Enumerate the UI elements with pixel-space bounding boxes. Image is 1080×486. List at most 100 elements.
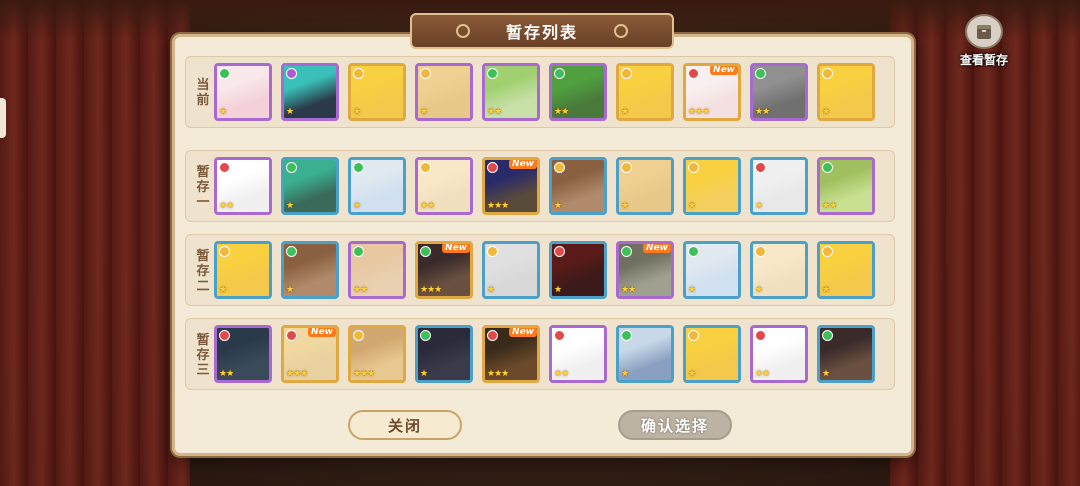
view-storage-label: 查看暂存: [959, 53, 1008, 67]
character-card[interactable]: ★★: [750, 325, 808, 383]
close-button[interactable]: 关闭: [348, 410, 462, 440]
rarity-stars: ★: [621, 107, 629, 117]
rarity-stars: ★★: [219, 369, 234, 379]
character-card[interactable]: ★: [415, 325, 473, 383]
character-card[interactable]: ★: [817, 241, 875, 299]
row-label: 暂存三: [190, 323, 216, 387]
character-card[interactable]: ★: [482, 241, 540, 299]
character-card[interactable]: ★★: [348, 241, 406, 299]
element-icon: [219, 330, 230, 341]
rarity-stars: ★: [822, 107, 830, 117]
element-icon: [621, 246, 632, 257]
character-card[interactable]: ★★★ New: [482, 325, 540, 383]
character-card[interactable]: ★★: [482, 63, 540, 121]
rarity-stars: ★★: [554, 369, 569, 379]
element-icon: [822, 162, 833, 173]
character-card[interactable]: ★: [750, 157, 808, 215]
title-ornament-icon: [456, 24, 470, 38]
character-card[interactable]: ★★: [214, 157, 272, 215]
character-card[interactable]: ★: [616, 157, 674, 215]
row-label-char: 一: [196, 194, 210, 210]
element-icon: [822, 330, 833, 341]
character-card[interactable]: ★: [683, 325, 741, 383]
element-icon: [621, 162, 632, 173]
row-label-char: 二: [196, 278, 210, 294]
rarity-stars: ★★: [755, 369, 770, 379]
character-card[interactable]: ★: [817, 325, 875, 383]
rarity-stars: ★: [755, 285, 763, 295]
element-icon: [219, 68, 230, 79]
rarity-stars: ★: [353, 107, 361, 117]
element-icon: [353, 162, 364, 173]
character-card[interactable]: ★★: [817, 157, 875, 215]
rarity-stars: ★★: [420, 201, 435, 211]
character-card[interactable]: ★: [281, 63, 339, 121]
character-card[interactable]: ★★★ New: [415, 241, 473, 299]
view-storage-button[interactable]: 查看暂存: [956, 14, 1012, 68]
character-card[interactable]: ★: [281, 157, 339, 215]
rarity-stars: ★★: [554, 107, 569, 117]
new-badge: New: [710, 66, 738, 75]
element-icon: [688, 68, 699, 79]
character-card[interactable]: ★★: [549, 63, 607, 121]
confirm-selection-button[interactable]: 确认选择: [618, 410, 732, 440]
element-icon: [420, 330, 431, 341]
character-card[interactable]: ★: [348, 157, 406, 215]
rarity-stars: ★: [420, 369, 428, 379]
character-card[interactable]: ★: [616, 325, 674, 383]
character-card[interactable]: ★: [616, 63, 674, 121]
rarity-stars: ★★★: [286, 369, 308, 379]
rarity-stars: ★: [621, 201, 629, 211]
title-ornament-icon: [614, 24, 628, 38]
rarity-stars: ★★: [219, 201, 234, 211]
character-card[interactable]: ★: [348, 63, 406, 121]
storage-row[interactable]: 暂存一 ★★ ★ ★ ★★ ★★★ New ★ ★ ★ ★ ★★: [185, 150, 895, 222]
storage-row[interactable]: 暂存二 ★ ★ ★★ ★★★ New ★ ★ ★★ New ★ ★ ★: [185, 234, 895, 306]
element-icon: [688, 162, 699, 173]
character-card[interactable]: ★★★: [348, 325, 406, 383]
row-label-char: 存: [196, 263, 210, 279]
rarity-stars: ★: [554, 201, 562, 211]
new-badge: New: [509, 160, 537, 169]
character-card[interactable]: ★: [281, 241, 339, 299]
rarity-stars: ★: [554, 285, 562, 295]
character-card[interactable]: ★★: [549, 325, 607, 383]
element-icon: [487, 162, 498, 173]
character-card[interactable]: ★★★ New: [482, 157, 540, 215]
character-card[interactable]: ★: [817, 63, 875, 121]
element-icon: [353, 68, 364, 79]
character-card[interactable]: ★★★ New: [281, 325, 339, 383]
character-card[interactable]: ★: [214, 63, 272, 121]
character-card[interactable]: ★★: [214, 325, 272, 383]
element-icon: [621, 330, 632, 341]
rarity-stars: ★★★: [688, 107, 710, 117]
rarity-stars: ★: [755, 201, 763, 211]
character-card[interactable]: ★: [549, 157, 607, 215]
character-card[interactable]: ★★ New: [616, 241, 674, 299]
character-card[interactable]: ★★: [415, 157, 473, 215]
new-badge: New: [442, 244, 470, 253]
element-icon: [755, 246, 766, 257]
element-icon: [286, 68, 297, 79]
character-card[interactable]: ★: [683, 241, 741, 299]
rarity-stars: ★: [688, 285, 696, 295]
stage-curtain-right: [890, 0, 1080, 486]
storage-row[interactable]: 当前 ★ ★ ★ ★ ★★ ★★ ★ ★★★ New ★★ ★: [185, 56, 895, 128]
row-label-char: 前: [196, 93, 210, 108]
character-card[interactable]: ★★★ New: [683, 63, 741, 121]
row-label-char: 存: [196, 179, 210, 195]
storage-row[interactable]: 暂存三 ★★ ★★★ New ★★★ ★ ★★★ New ★★ ★ ★ ★★ ★: [185, 318, 895, 390]
rarity-stars: ★★: [487, 107, 502, 117]
character-card[interactable]: ★★: [750, 63, 808, 121]
panel-title-text: 暂存列表: [505, 23, 578, 42]
rarity-stars: ★: [219, 107, 227, 117]
element-icon: [353, 246, 364, 257]
side-pull-tab[interactable]: [0, 98, 6, 138]
character-card[interactable]: ★: [750, 241, 808, 299]
character-card[interactable]: ★: [214, 241, 272, 299]
character-card[interactable]: ★: [683, 157, 741, 215]
character-card[interactable]: ★: [549, 241, 607, 299]
element-icon: [554, 330, 565, 341]
rarity-stars: ★★: [353, 285, 368, 295]
character-card[interactable]: ★: [415, 63, 473, 121]
